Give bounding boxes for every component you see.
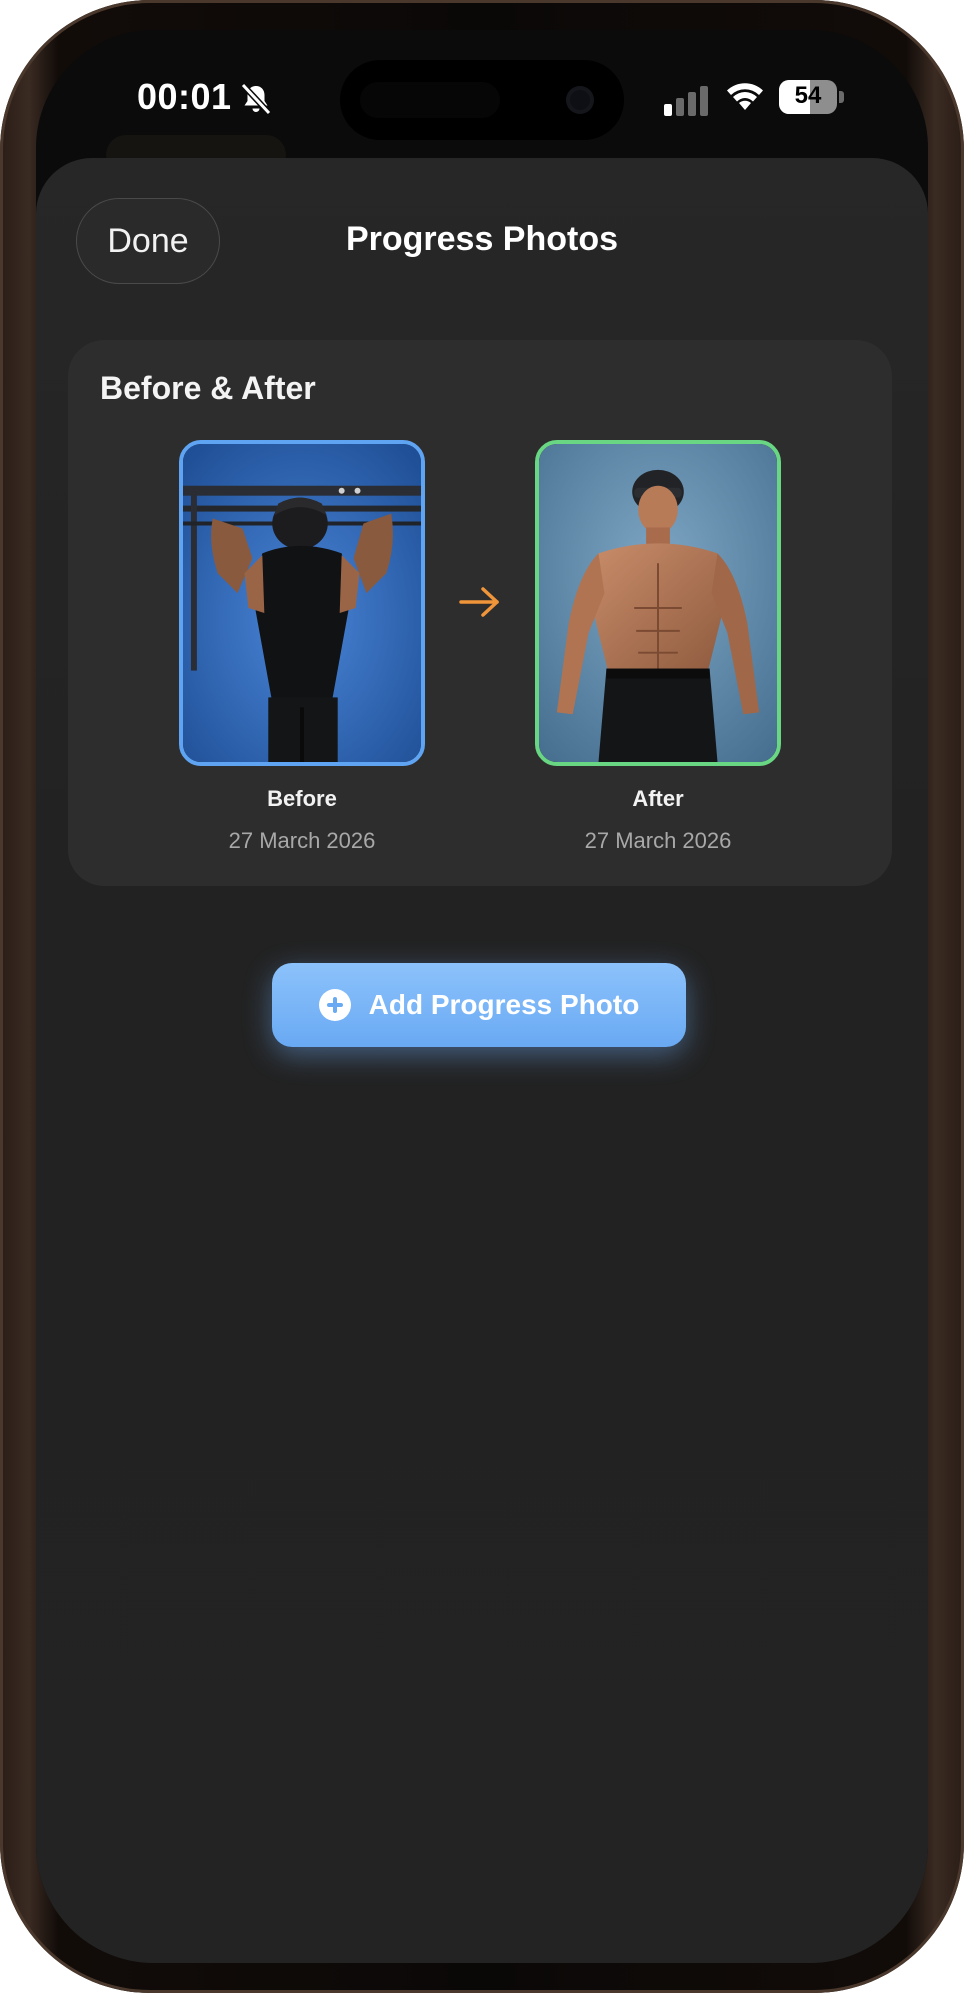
before-photo-image <box>183 444 421 762</box>
before-date: 27 March 2026 <box>228 828 376 853</box>
before-after-card: Before & After Before 27 March 2026 Afte… <box>68 340 892 886</box>
wifi-icon <box>727 83 763 110</box>
dynamic-island <box>340 60 624 140</box>
before-photo[interactable] <box>179 440 425 766</box>
add-progress-photo-button[interactable]: Add Progress Photo <box>272 963 686 1047</box>
after-label: After <box>632 786 684 811</box>
phone-frame: 00:01 54 Done Progress Photos Before & A… <box>0 0 964 1993</box>
status-bar: 00:01 54 <box>36 30 928 150</box>
status-time: 00:01 <box>137 76 232 117</box>
after-date: 27 March 2026 <box>584 828 732 853</box>
cellular-signal-icon <box>664 86 708 116</box>
page-title: Progress Photos <box>345 220 619 258</box>
island-sensor <box>360 82 500 118</box>
add-progress-photo-label: Add Progress Photo <box>368 989 640 1020</box>
battery-indicator: 54 <box>779 80 837 114</box>
bell-slash-icon <box>240 82 272 116</box>
camera-icon <box>566 86 594 114</box>
battery-percent: 54 <box>794 82 822 109</box>
after-photo[interactable] <box>535 440 781 766</box>
after-photo-image <box>539 444 777 762</box>
before-label: Before <box>267 786 337 811</box>
progress-photos-sheet: Done Progress Photos Before & After Befo… <box>36 158 928 1963</box>
battery-tip <box>839 91 844 103</box>
section-title: Before & After <box>100 370 316 406</box>
screen: 00:01 54 Done Progress Photos Before & A… <box>36 30 928 1963</box>
plus-circle-icon <box>318 989 351 1021</box>
arrow-right-icon <box>459 587 499 617</box>
